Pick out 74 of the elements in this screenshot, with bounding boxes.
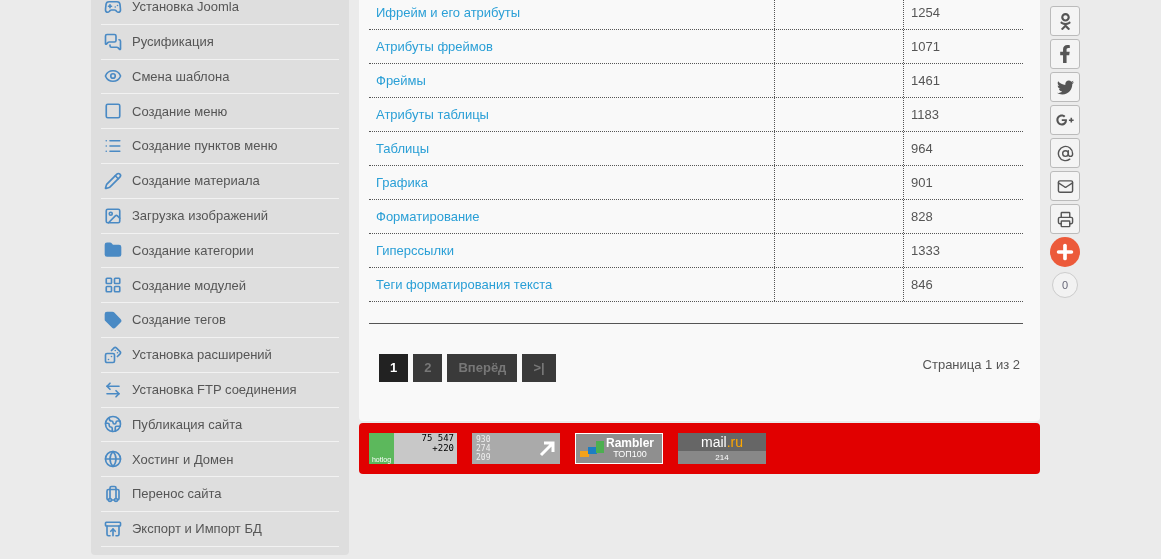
hits-cell-text: 1071 <box>910 37 941 56</box>
rambler-top: ТОП100 <box>613 448 647 460</box>
envelope-icon <box>1056 177 1074 195</box>
sidebar-link[interactable]: Создание модулей <box>132 275 246 295</box>
hits-cell-text: 964 <box>910 139 934 158</box>
sidebar-link[interactable]: Публикация сайта <box>132 414 243 435</box>
tag-icon <box>104 311 122 330</box>
article-link[interactable]: Атрибуты фреймов <box>376 36 493 57</box>
printer-icon <box>1056 210 1074 228</box>
article-link[interactable]: Атрибуты таблицы <box>376 104 489 125</box>
sidebar-link[interactable]: Смена шаблона <box>132 66 230 87</box>
hits-cell-text: 1333 <box>910 241 941 260</box>
article-link[interactable]: Теги форматирования текста <box>376 274 553 295</box>
sidebar-link[interactable]: Экспорт и Импорт БД <box>132 519 262 539</box>
article-link[interactable]: Ифрейм и его атрибуты <box>376 2 521 23</box>
sidebar-link[interactable]: Создание материала <box>132 171 260 191</box>
sidebar-link[interactable]: Создание тегов <box>132 310 226 330</box>
share-button[interactable] <box>1050 138 1080 168</box>
share-button[interactable] <box>1050 72 1080 102</box>
chat-bubbles-icon <box>104 32 122 51</box>
pencil-icon <box>104 171 122 190</box>
dice-icon <box>104 345 122 364</box>
rambler-brand: Rambler <box>606 437 655 449</box>
share-button[interactable] <box>1050 204 1080 234</box>
article-link[interactable]: Графика <box>376 172 428 193</box>
mail-count: 214 <box>678 451 766 464</box>
hits-cell-text: 828 <box>910 207 934 226</box>
hits-cell-text: 1183 <box>910 105 940 124</box>
sidebar-link[interactable]: Создание пунктов меню <box>132 136 278 156</box>
sidebar-link[interactable]: Установка FTP соединения <box>132 379 297 400</box>
inbox-icon <box>104 519 122 538</box>
twitter-icon <box>1056 78 1074 96</box>
earth-icon <box>104 415 122 434</box>
article-link[interactable]: Фреймы <box>376 70 426 91</box>
arrows-icon <box>104 380 122 399</box>
image-icon <box>104 206 122 225</box>
share-button[interactable] <box>1050 39 1080 69</box>
sidebar-link[interactable]: Установка Joomla <box>132 0 239 17</box>
article-link[interactable]: Гиперссылки <box>376 240 454 261</box>
sidebar-link[interactable]: Русификация <box>132 31 214 52</box>
plus-icon <box>1054 241 1076 263</box>
share-button[interactable] <box>1050 171 1080 201</box>
sidebar-link[interactable]: Создание категории <box>132 240 254 261</box>
hits-cell-text: 1461 <box>910 71 941 90</box>
article-link[interactable]: Таблицы <box>376 138 430 159</box>
page-button[interactable]: 1 <box>379 354 409 382</box>
suitcase-icon <box>104 485 122 504</box>
hits-cell-text: 846 <box>910 275 934 294</box>
gamepad-icon <box>104 0 122 16</box>
sidebar-link[interactable]: Создание меню <box>132 101 228 122</box>
sidebar-link[interactable]: Установка расширений <box>132 345 272 365</box>
page-summary: Страница 1 из 2 <box>922 356 1020 375</box>
share-button[interactable] <box>1050 6 1080 36</box>
sidebar-link[interactable]: Перенос сайта <box>132 484 222 504</box>
share-button[interactable] <box>1050 105 1080 135</box>
counter-number: 209 <box>476 453 491 462</box>
counter-number: 930 <box>476 435 491 444</box>
share-count: 0 <box>1052 272 1078 298</box>
at-sign-icon <box>1056 144 1074 162</box>
counter-number: 274 <box>476 444 491 453</box>
hotlog-today: +220 <box>432 443 454 453</box>
sidebar-link[interactable]: Хостинг и Домен <box>132 449 234 469</box>
hotlog-total: 75 547 <box>421 433 454 443</box>
add-button[interactable] <box>1050 237 1080 267</box>
hits-cell-text: 901 <box>910 173 934 192</box>
arrow-icon <box>538 439 556 458</box>
sidebar-link[interactable]: Загрузка изображений <box>132 205 269 226</box>
hits-cell-text: 1254 <box>910 3 941 22</box>
globe-icon <box>104 450 122 469</box>
cubes-icon <box>578 438 606 459</box>
mail-brand: mail.ru <box>701 433 743 451</box>
folder-icon <box>104 241 122 260</box>
grid-icon <box>104 276 122 295</box>
square-icon <box>104 102 122 121</box>
